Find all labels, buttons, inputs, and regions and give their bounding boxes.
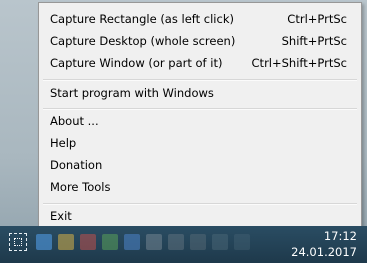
gray-app-icon-5[interactable] <box>234 234 250 250</box>
menu-item-exit[interactable]: Exit <box>39 205 361 227</box>
menu-item-label: Donation <box>50 158 103 172</box>
menu-item-capture-rectangle[interactable]: Capture Rectangle (as left click) Ctrl+P… <box>39 8 361 30</box>
gray-app-icon-3[interactable] <box>190 234 206 250</box>
gray-app-icon[interactable] <box>146 234 162 250</box>
clock[interactable]: 17:12 24.01.2017 <box>287 228 357 260</box>
tray-context-menu: Capture Rectangle (as left click) Ctrl+P… <box>38 2 362 232</box>
menu-item-shortcut: Ctrl+PrtSc <box>287 12 347 26</box>
taskbar: 17:12 24.01.2017 <box>0 226 367 263</box>
menu-item-shortcut: Ctrl+Shift+PrtSc <box>251 56 347 70</box>
menu-item-label: Capture Window (or part of it) <box>50 56 223 70</box>
yellow-app-icon[interactable] <box>58 234 74 250</box>
clock-time: 17:12 <box>323 229 357 243</box>
menu-item-about[interactable]: About ... <box>39 110 361 132</box>
menu-item-label: Exit <box>50 209 72 223</box>
gray-app-icon-4[interactable] <box>212 234 228 250</box>
menu-item-start-with-windows[interactable]: Start program with Windows <box>39 82 361 104</box>
blue-app-icon[interactable] <box>36 234 52 250</box>
clock-date: 24.01.2017 <box>291 245 357 259</box>
menu-item-donation[interactable]: Donation <box>39 154 361 176</box>
menu-item-shortcut: Shift+PrtSc <box>281 34 347 48</box>
menu-item-label: Capture Desktop (whole screen) <box>50 34 236 48</box>
gray-app-icon-2[interactable] <box>168 234 184 250</box>
menu-item-label: About ... <box>50 114 99 128</box>
menu-item-capture-desktop[interactable]: Capture Desktop (whole screen) Shift+Prt… <box>39 30 361 52</box>
capture-tray-icon[interactable] <box>9 233 27 251</box>
blue-app-icon-2[interactable] <box>124 234 140 250</box>
menu-item-label: Start program with Windows <box>50 86 214 100</box>
menu-item-more-tools[interactable]: More Tools <box>39 176 361 198</box>
green-app-icon[interactable] <box>102 234 118 250</box>
menu-item-capture-window[interactable]: Capture Window (or part of it) Ctrl+Shif… <box>39 52 361 74</box>
menu-item-label: More Tools <box>50 180 111 194</box>
red-app-icon[interactable] <box>80 234 96 250</box>
menu-item-label: Capture Rectangle (as left click) <box>50 12 234 26</box>
menu-separator <box>43 79 357 81</box>
menu-item-label: Help <box>50 136 77 150</box>
menu-item-help[interactable]: Help <box>39 132 361 154</box>
